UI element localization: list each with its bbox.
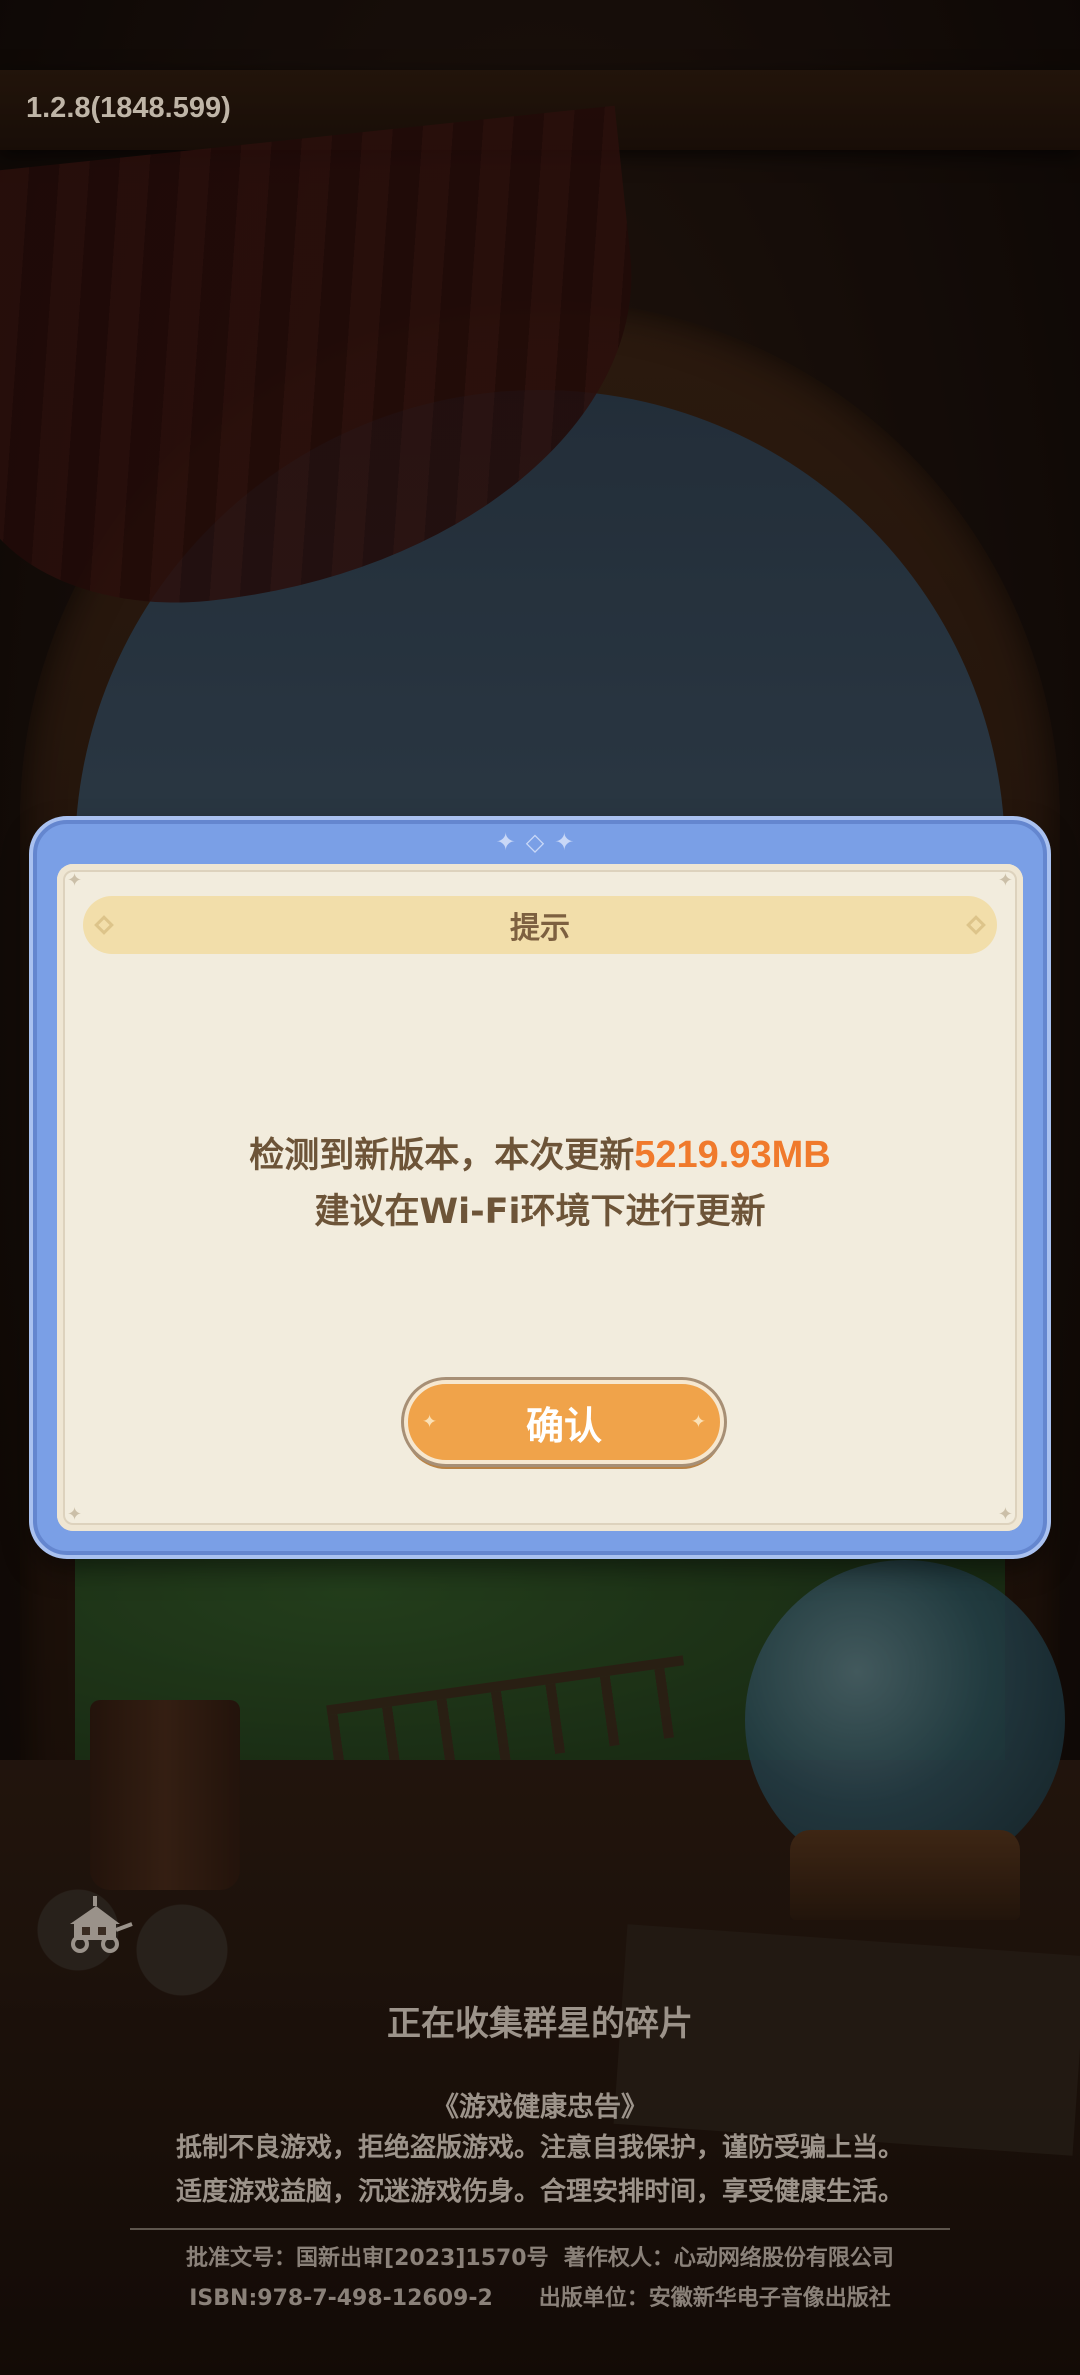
corner-ornament-icon: ✦ [997, 1504, 1013, 1525]
health-notice-line-2: 适度游戏益脑，沉迷游戏伤身。合理安排时间，享受健康生活。 [175, 2177, 904, 2207]
loading-status-text: 正在收集群星的碎片 [387, 2004, 693, 2044]
dialog-title: 提示 [510, 911, 570, 946]
health-notice-line-1: 抵制不良游戏，拒绝盗版游戏。注意自我保护，谨防受骗上当。 [175, 2133, 904, 2163]
sparkle-icon: ✦ [690, 1411, 706, 1433]
update-size: 5219.93MB [634, 1134, 831, 1176]
version-label: 1.2.8(1848.599) [26, 92, 231, 124]
cart-icon [70, 1896, 133, 1953]
message-line-2: 建议在Wi-Fi环境下进行更新 [314, 1192, 766, 1232]
health-notice-title: 《游戏健康忠告》 [432, 2092, 648, 2123]
update-dialog: ✦◇✦ ✦ ✦ ✦ ✦ 提示 检测到新版本，本次更新5219.93MB 建议在W… [33, 820, 1047, 1555]
confirm-button-label: 确认 [525, 1403, 602, 1448]
footer-approval-line: 批准文号：国新出审[2023]1570号 著作权人：心动网络股份有限公司 [186, 2246, 894, 2271]
sparkle-icon: ✦ [422, 1411, 438, 1433]
dialog-title-bar: 提示 [83, 896, 997, 954]
dialog-message: 检测到新版本，本次更新5219.93MB 建议在Wi-Fi环境下进行更新 [57, 1127, 1023, 1240]
dialog-panel: ✦ ✦ ✦ ✦ 提示 检测到新版本，本次更新5219.93MB 建议在Wi-Fi… [57, 864, 1023, 1531]
corner-ornament-icon: ✦ [67, 870, 83, 891]
diamond-ornament-icon [966, 915, 986, 935]
corner-ornament-icon: ✦ [997, 870, 1013, 891]
footer-isbn-line: ISBN:978-7-498-12609-2 出版单位：安徽新华电子音像出版社 [189, 2286, 891, 2311]
corner-ornament-icon: ✦ [67, 1504, 83, 1525]
message-line-1: 检测到新版本，本次更新5219.93MB [57, 1127, 1023, 1184]
health-notice: 《游戏健康忠告》 抵制不良游戏，拒绝盗版游戏。注意自我保护，谨防受骗上当。 适度… [0, 2090, 1080, 2214]
diamond-ornament-icon [94, 915, 114, 935]
dialog-top-ornament-icon: ✦◇✦ [495, 828, 585, 856]
footer-divider [130, 2228, 950, 2230]
message-prefix: 检测到新版本，本次更新 [249, 1136, 635, 1176]
confirm-button[interactable]: ✦ 确认 ✦ [404, 1380, 724, 1464]
